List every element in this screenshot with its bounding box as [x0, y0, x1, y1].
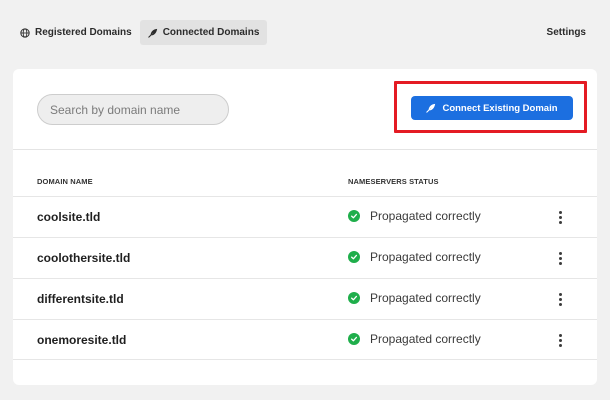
table-row: differentsite.tld Propagated correctly [13, 278, 597, 319]
domain-name[interactable]: differentsite.tld [37, 292, 124, 306]
tab-label: Connected Domains [162, 27, 260, 38]
domain-name[interactable]: coolsite.tld [37, 210, 100, 224]
nameserver-status: Propagated correctly [348, 332, 481, 346]
column-header-domain: DOMAIN NAME [37, 177, 93, 186]
nameserver-status: Propagated correctly [348, 209, 481, 223]
table-header: DOMAIN NAME NAMESERVERS STATUS [13, 150, 597, 196]
globe-icon [20, 27, 30, 38]
tab-registered-domains[interactable]: Registered Domains [12, 20, 140, 45]
nameserver-status: Propagated correctly [348, 291, 481, 305]
status-text: Propagated correctly [370, 332, 481, 346]
settings-link[interactable]: Settings [539, 20, 598, 45]
status-text: Propagated correctly [370, 209, 481, 223]
table-row: coolothersite.tld Propagated correctly [13, 237, 597, 278]
more-options-icon[interactable] [553, 291, 567, 307]
feather-icon [147, 28, 157, 38]
nameserver-status: Propagated correctly [348, 250, 481, 264]
domains-page: Registered Domains Connected Domains Set… [0, 0, 610, 400]
more-options-icon[interactable] [553, 209, 567, 225]
feather-icon [426, 103, 436, 113]
domains-card: Connect Existing Domain DOMAIN NAME NAME… [13, 69, 597, 385]
card-toolbar: Connect Existing Domain [13, 69, 597, 150]
domain-name[interactable]: coolothersite.tld [37, 251, 130, 265]
column-header-status: NAMESERVERS STATUS [348, 177, 439, 186]
table-row: coolsite.tld Propagated correctly [13, 196, 597, 237]
table-body: coolsite.tld Propagated correctly coolot… [13, 196, 597, 360]
check-circle-icon [348, 251, 360, 263]
table-row: onemoresite.tld Propagated correctly [13, 319, 597, 360]
check-circle-icon [348, 210, 360, 222]
domain-name[interactable]: onemoresite.tld [37, 333, 126, 347]
tab-connected-domains[interactable]: Connected Domains [139, 20, 268, 45]
status-text: Propagated correctly [370, 250, 481, 264]
more-options-icon[interactable] [553, 332, 567, 348]
status-text: Propagated correctly [370, 291, 481, 305]
connect-existing-domain-button[interactable]: Connect Existing Domain [411, 96, 573, 120]
check-circle-icon [348, 333, 360, 345]
button-label: Connect Existing Domain [442, 102, 558, 114]
check-circle-icon [348, 292, 360, 304]
more-options-icon[interactable] [553, 250, 567, 266]
tab-label: Registered Domains [35, 27, 132, 38]
top-navigation: Registered Domains Connected Domains Set… [12, 20, 598, 45]
search-input[interactable] [37, 94, 229, 125]
